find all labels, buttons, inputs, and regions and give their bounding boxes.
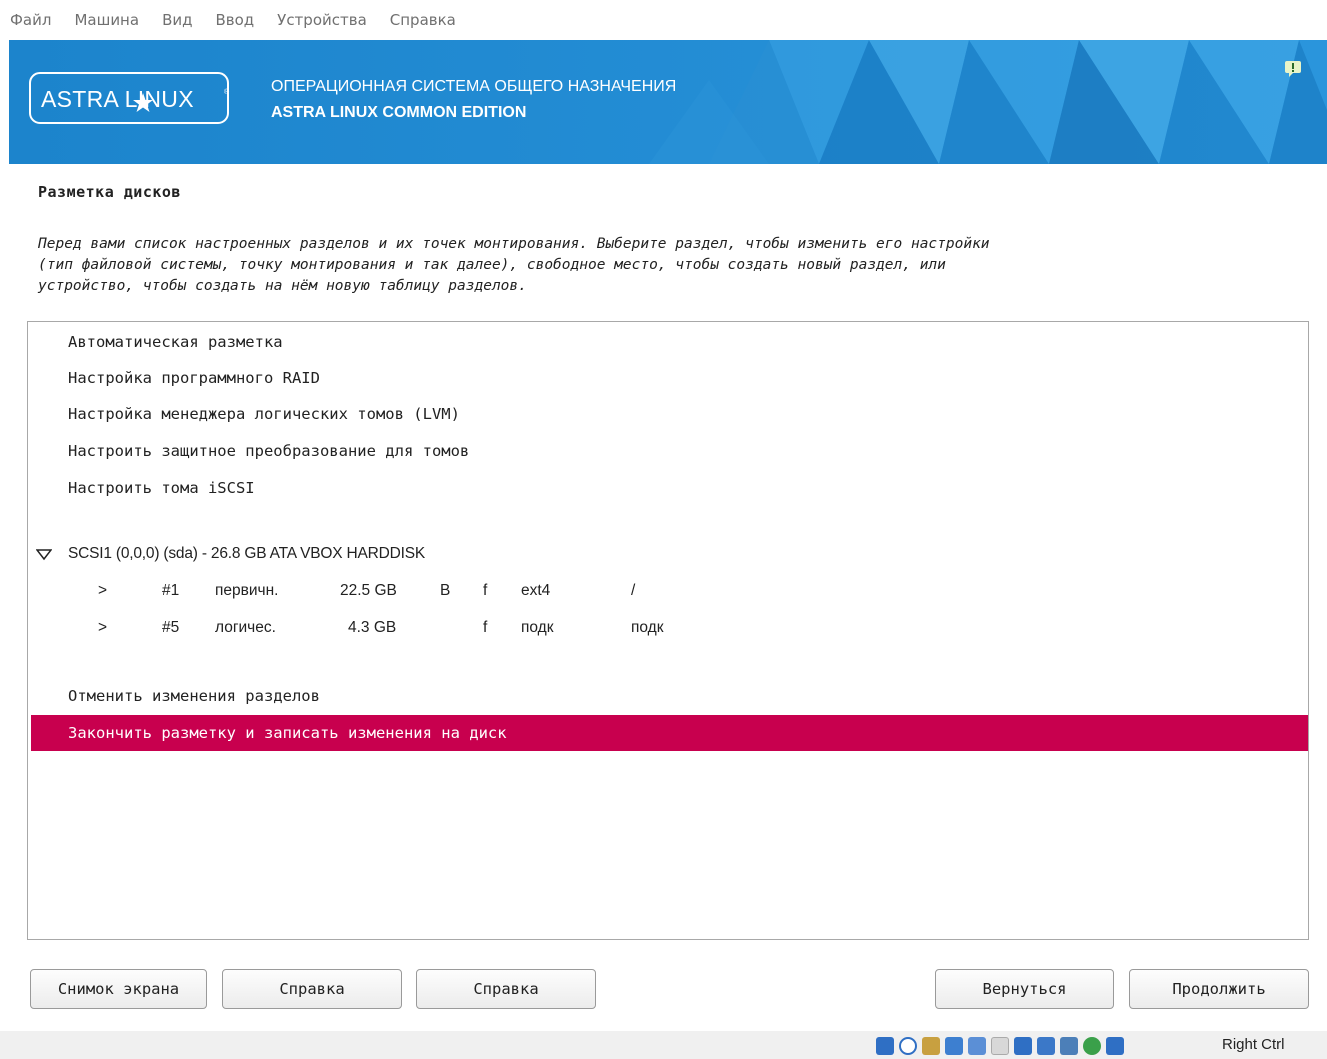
- list-item-label: Автоматическая разметка: [68, 333, 283, 351]
- vm-menubar: Файл Машина Вид Ввод Устройства Справка: [0, 0, 1327, 40]
- list-item-label: Настроить тома iSCSI: [68, 479, 255, 497]
- status-tray: [876, 1037, 1129, 1055]
- banner-subtitle: ОПЕРАЦИОННАЯ СИСТЕМА ОБЩЕГО НАЗНАЧЕНИЯ: [271, 78, 677, 95]
- vm-statusbar: Right Ctrl: [0, 1031, 1327, 1059]
- partition-filesystem: ext4: [521, 582, 551, 599]
- chevron-right-icon: >: [98, 582, 108, 599]
- partition-list[interactable]: Автоматическая разметка Настройка програ…: [27, 321, 1309, 940]
- description-line: устройство, чтобы создать на нём новую т…: [38, 278, 527, 294]
- logo-registered-mark: ®: [224, 89, 230, 96]
- optical-disk-icon[interactable]: [899, 1037, 917, 1055]
- list-item-software-raid[interactable]: Настройка программного RAID: [28, 360, 1308, 396]
- partition-boot-flag: B: [440, 582, 451, 599]
- installer-banner: ASTRA LINUX ® ОПЕРАЦИОННАЯ СИСТЕМА ОБЩЕГ…: [9, 40, 1327, 164]
- host-key-label: Right Ctrl: [1222, 1036, 1285, 1053]
- disk-label: SCSI1 (0,0,0) (sda) - 26.8 GB ATA VBOX H…: [68, 545, 425, 562]
- menu-file[interactable]: Файл: [10, 9, 51, 31]
- menu-devices[interactable]: Устройства: [277, 9, 367, 31]
- continue-button[interactable]: Продолжить: [1129, 969, 1309, 1009]
- list-item-label: Настройка программного RAID: [68, 369, 320, 387]
- list-item-encrypted-volumes[interactable]: Настроить защитное преобразование для то…: [28, 433, 1308, 469]
- partition-size: 22.5 GB: [340, 582, 397, 599]
- partition-size: 4.3 GB: [348, 619, 397, 636]
- screenshot-button[interactable]: Снимок экрана: [30, 969, 207, 1009]
- list-item-undo-changes[interactable]: Отменить изменения разделов: [28, 678, 1308, 714]
- disk-row-sda[interactable]: SCSI1 (0,0,0) (sda) - 26.8 GB ATA VBOX H…: [28, 536, 1308, 572]
- partition-format-flag: f: [483, 619, 488, 636]
- menu-machine[interactable]: Машина: [74, 9, 139, 31]
- list-item-label: Отменить изменения разделов: [68, 687, 320, 705]
- partition-filesystem: подк: [521, 619, 554, 636]
- banner-edition: ASTRA LINUX COMMON EDITION: [271, 104, 527, 121]
- cpu-icon[interactable]: [1060, 1037, 1078, 1055]
- list-item-label: Настроить защитное преобразование для то…: [68, 442, 470, 460]
- expand-triangle-icon[interactable]: [36, 549, 52, 561]
- partition-number: #5: [162, 619, 180, 636]
- hdd-icon[interactable]: [876, 1037, 894, 1055]
- help-button[interactable]: Справка: [222, 969, 402, 1009]
- partition-mountpoint: подк: [631, 619, 664, 636]
- list-item-iscsi[interactable]: Настроить тома iSCSI: [28, 470, 1308, 506]
- menu-help[interactable]: Справка: [390, 9, 456, 31]
- logo-text: ASTRA LINUX: [41, 86, 194, 112]
- mouse-integration-icon[interactable]: [1106, 1037, 1124, 1055]
- audio-icon[interactable]: [922, 1037, 940, 1055]
- chevron-right-icon: >: [98, 619, 108, 636]
- description-line: Перед вами список настроенных разделов и…: [38, 236, 990, 252]
- list-item-auto-partition[interactable]: Автоматическая разметка: [28, 324, 1308, 360]
- page-description: Перед вами список настроенных разделов и…: [38, 234, 1298, 297]
- usb-icon[interactable]: [968, 1037, 986, 1055]
- partition-number: #1: [162, 582, 180, 599]
- vm-state-icon[interactable]: [1083, 1037, 1101, 1055]
- partition-type: первичн.: [215, 582, 279, 599]
- network-icon[interactable]: [945, 1037, 963, 1055]
- list-item-label: Настройка менеджера логических томов (LV…: [68, 405, 460, 423]
- list-item-lvm[interactable]: Настройка менеджера логических томов (LV…: [28, 396, 1308, 432]
- partition-mountpoint: /: [631, 582, 636, 599]
- partition-type: логичес.: [215, 619, 276, 636]
- notification-icon[interactable]: [1284, 60, 1302, 78]
- partition-row-1[interactable]: > #1 первичн. 22.5 GB B f ext4 /: [28, 573, 1308, 609]
- menu-view[interactable]: Вид: [162, 9, 192, 31]
- partition-format-flag: f: [483, 582, 488, 599]
- menu-input[interactable]: Ввод: [215, 9, 254, 31]
- back-button[interactable]: Вернуться: [935, 969, 1114, 1009]
- page-title: Разметка дисков: [38, 183, 181, 201]
- recording-icon[interactable]: [1037, 1037, 1055, 1055]
- list-item-finish-partitioning[interactable]: Закончить разметку и записать изменения …: [31, 715, 1308, 751]
- list-item-label: Закончить разметку и записать изменения …: [68, 724, 507, 742]
- shared-folder-icon[interactable]: [991, 1037, 1009, 1055]
- partition-row-5[interactable]: > #5 логичес. 4.3 GB f подк подк: [28, 610, 1308, 646]
- astra-logo: ASTRA LINUX ®: [29, 72, 229, 124]
- description-line: (тип файловой системы, точку монтировани…: [38, 257, 946, 273]
- help-button-2[interactable]: Справка: [416, 969, 596, 1009]
- display-icon[interactable]: [1014, 1037, 1032, 1055]
